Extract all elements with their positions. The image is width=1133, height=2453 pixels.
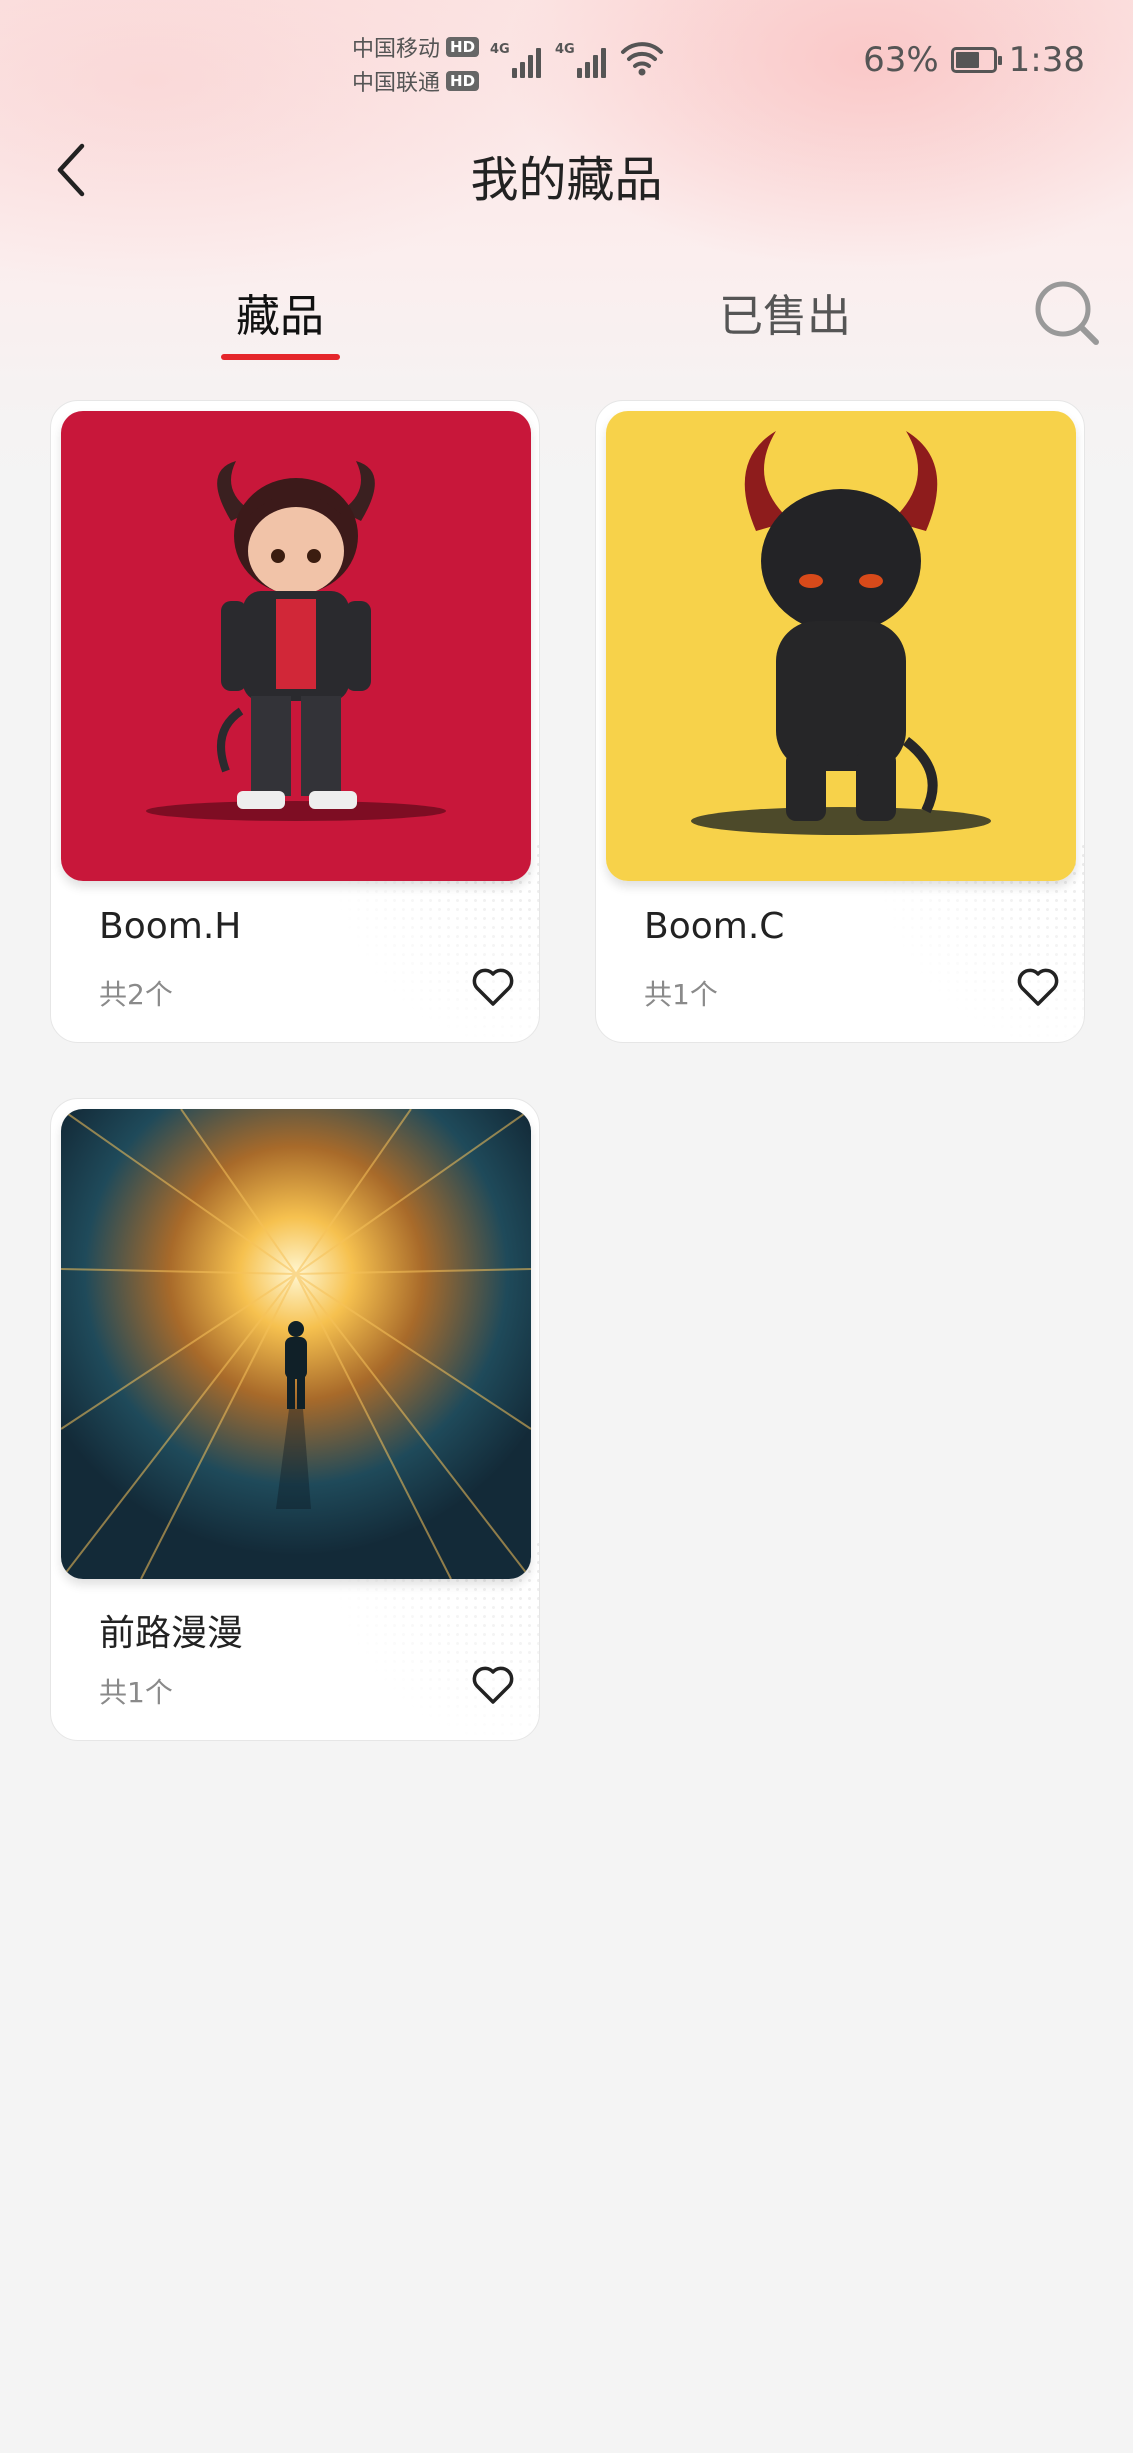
red-horned-character-image bbox=[61, 411, 531, 881]
hd-badge: HD bbox=[446, 71, 480, 91]
tab-bar: 藏品 已售出 bbox=[0, 280, 1133, 370]
item-count: 共2个 bbox=[99, 978, 173, 1011]
heart-outline-icon bbox=[472, 1666, 514, 1704]
tab-sold[interactable]: 已售出 bbox=[700, 280, 870, 344]
item-name: Boom.H bbox=[99, 906, 242, 947]
heart-outline-icon bbox=[1017, 968, 1059, 1006]
header: 我的藏品 bbox=[0, 130, 1133, 210]
search-icon bbox=[1035, 281, 1099, 345]
cell-signal-icon: 4G bbox=[555, 42, 606, 78]
carrier-1-label: 中国移动 bbox=[352, 37, 441, 62]
item-count: 共1个 bbox=[644, 978, 718, 1011]
network-type-label: 4G bbox=[490, 42, 510, 57]
favorite-button[interactable] bbox=[469, 963, 517, 1011]
black-horned-creature-image bbox=[606, 411, 1076, 881]
signal-indicators: 4G 4G bbox=[490, 38, 664, 78]
carrier-2-label: 中国联通 bbox=[352, 71, 441, 96]
favorite-button[interactable] bbox=[1014, 963, 1062, 1011]
hd-badge: HD bbox=[446, 37, 480, 57]
page: 中国移动 HD 中国联通 HD 4G 4G 63% 1:38 我的藏品 藏品 已… bbox=[0, 0, 1133, 2453]
light-tunnel-figure-image bbox=[61, 1109, 531, 1579]
item-name: Boom.C bbox=[644, 906, 785, 947]
item-count: 共1个 bbox=[99, 1676, 173, 1709]
network-type-label: 4G bbox=[555, 42, 575, 57]
wifi-icon bbox=[621, 42, 663, 76]
collection-card[interactable]: 前路漫漫 共1个 bbox=[50, 1098, 540, 1741]
battery-icon bbox=[950, 47, 1002, 73]
battery-status: 63% 1:38 bbox=[863, 40, 1085, 80]
collection-card[interactable]: Boom.C 共1个 bbox=[595, 400, 1085, 1043]
favorite-button[interactable] bbox=[469, 1661, 517, 1709]
carrier-info: 中国移动 HD 中国联通 HD bbox=[352, 30, 480, 98]
collection-card[interactable]: Boom.H 共2个 bbox=[50, 400, 540, 1043]
cell-signal-icon: 4G bbox=[490, 42, 541, 78]
page-title: 我的藏品 bbox=[470, 152, 663, 208]
active-tab-indicator bbox=[221, 354, 340, 360]
item-name: 前路漫漫 bbox=[99, 1613, 244, 1654]
heart-outline-icon bbox=[472, 968, 514, 1006]
search-button[interactable] bbox=[1032, 278, 1102, 348]
clock: 1:38 bbox=[1008, 40, 1085, 80]
battery-percent: 63% bbox=[863, 40, 939, 80]
tab-collection[interactable]: 藏品 bbox=[220, 280, 340, 344]
status-bar: 中国移动 HD 中国联通 HD 4G 4G 63% 1:38 bbox=[0, 0, 1133, 120]
